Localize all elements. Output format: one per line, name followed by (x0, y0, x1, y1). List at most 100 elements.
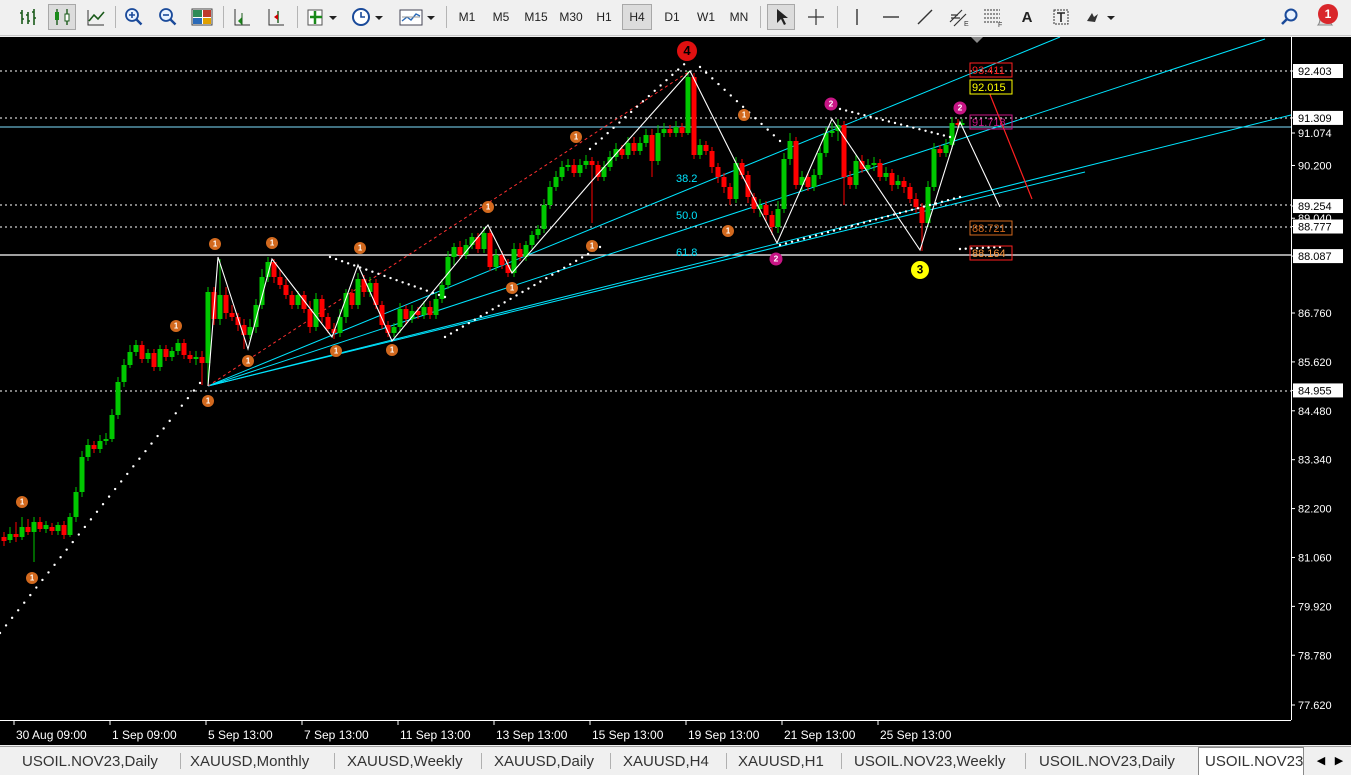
sar-dot (509, 297, 512, 301)
timeframe-m5-button[interactable]: M5 (486, 4, 516, 30)
text-label-icon[interactable]: A (1013, 4, 1041, 30)
candlestick-chart-icon[interactable] (48, 4, 76, 30)
zoom-out-icon[interactable] (154, 4, 182, 30)
sar-dot (802, 237, 806, 240)
tab-xauusd-h4[interactable]: XAUUSD,H4 (617, 749, 715, 773)
text-box-icon[interactable] (1047, 4, 1075, 30)
candle-body (877, 163, 883, 177)
sar-dot (120, 480, 123, 483)
sar-dot (778, 139, 782, 143)
timeframe-w1-button[interactable]: W1 (691, 4, 721, 30)
trendline-icon[interactable] (911, 4, 939, 30)
arrows-shapes-icon[interactable] (1081, 4, 1121, 30)
timeframe-m1-button[interactable]: M1 (452, 4, 482, 30)
tab-usoil-h4[interactable]: USOIL.NOV23,H4 (1198, 747, 1304, 775)
candle-body (781, 159, 787, 209)
bar-chart-icon[interactable] (14, 4, 42, 30)
timeframe-h4-button[interactable]: H4 (622, 4, 652, 30)
tab-usoil-daily-2[interactable]: USOIL.NOV23,Daily (1033, 749, 1181, 773)
time-label: 30 Aug 09:00 (16, 728, 87, 742)
sar-dot (940, 200, 944, 203)
tab-xauusd-monthly[interactable]: XAUUSD,Monthly (184, 749, 315, 773)
sar-dot (340, 260, 344, 263)
candle-body (703, 145, 709, 151)
templates-icon[interactable] (397, 4, 439, 30)
level-box-label: 88.721 (972, 223, 1006, 235)
sar-dot (53, 563, 56, 567)
search-icon[interactable] (1276, 4, 1304, 30)
sar-dot (132, 465, 135, 468)
periods-clock-icon[interactable] (349, 4, 389, 30)
candle-body (763, 205, 769, 215)
sar-dot (682, 63, 686, 66)
indicators-icon[interactable] (303, 4, 343, 30)
wave-marker-label: 1 (510, 283, 515, 292)
fibonacci-retracement-icon[interactable]: F (979, 4, 1007, 30)
tabs-scroll-left-icon[interactable]: ◀ (1313, 751, 1329, 769)
sar-dot (47, 571, 50, 574)
sar-dot (838, 227, 842, 231)
sar-dot (101, 503, 105, 506)
candle-body (229, 313, 235, 317)
sar-dot (796, 239, 800, 242)
candle-body (553, 177, 559, 187)
sar-dot (65, 548, 68, 551)
timeframe-h1-button[interactable]: H1 (589, 4, 619, 30)
notification-count-badge[interactable]: 1 (1318, 4, 1338, 24)
sar-dot (741, 105, 745, 109)
sar-dot (600, 137, 603, 140)
level-box-label: 91.718 (972, 117, 1006, 129)
candle-body (535, 229, 541, 235)
timeframe-mn-button[interactable]: MN (724, 4, 754, 30)
tab-xauusd-daily[interactable]: XAUUSD,Daily (488, 749, 600, 773)
candle-body (61, 525, 67, 535)
price-label: 79.920 (1298, 601, 1332, 613)
crosshair-icon[interactable] (802, 4, 830, 30)
sar-dot (857, 112, 860, 115)
price-label: 84.480 (1298, 406, 1332, 418)
sar-dot (545, 276, 548, 280)
line-chart-icon[interactable] (82, 4, 110, 30)
vertical-line-icon[interactable] (843, 4, 871, 30)
equidistant-channel-icon[interactable]: E (945, 4, 973, 30)
zoom-in-icon[interactable] (120, 4, 148, 30)
tile-windows-icon[interactable] (188, 4, 216, 30)
svg-text:F: F (998, 22, 1002, 27)
tab-xauusd-weekly[interactable]: XAUUSD,Weekly (341, 749, 469, 773)
sar-dot (844, 226, 848, 229)
candle-body (295, 295, 301, 305)
tabs-scroll-right-icon[interactable]: ▶ (1331, 751, 1347, 769)
candle-body (643, 135, 649, 143)
chart-shift-icon[interactable] (262, 4, 290, 30)
candle-body (739, 163, 745, 175)
timeframe-d1-button[interactable]: D1 (657, 4, 687, 30)
fib-label-50: 50.0 (676, 210, 697, 222)
candle-body (289, 295, 295, 305)
price-chart-canvas[interactable]: 1 1 1 1 1 1 1 1 1 1 1 1 1 1 1 1 2 2 2 4 3 38.2 50.0 61.8 93.… (0, 37, 1351, 745)
horizontal-line-icon[interactable] (877, 4, 905, 30)
price-chart[interactable]: 1 1 1 1 1 1 1 1 1 1 1 1 1 1 1 1 2 2 2 4 3 38.2 50.0 61.8 93.… (0, 37, 1351, 745)
price-label: 91.074 (1298, 128, 1332, 140)
candle-body (127, 352, 133, 365)
candle-body (889, 173, 895, 185)
timeframe-m15-button[interactable]: M15 (520, 4, 552, 30)
projection-line (984, 81, 1033, 200)
cursor-arrow-icon[interactable] (767, 4, 795, 30)
sar-dot (29, 593, 32, 597)
wave-marker-label: 2 (774, 254, 779, 264)
candle-body (775, 209, 781, 227)
price-label: 77.620 (1298, 700, 1332, 712)
sar-dot (594, 142, 598, 145)
sar-dot (485, 311, 488, 314)
sar-dot (77, 533, 80, 536)
timeframe-m30-button[interactable]: M30 (555, 4, 587, 30)
sar-dot (916, 207, 920, 210)
toolbar-separator (446, 6, 447, 28)
wave-marker: 1 (26, 572, 38, 584)
auto-scroll-icon[interactable] (228, 4, 256, 30)
candle-body (133, 345, 139, 352)
tab-usoil-weekly[interactable]: USOIL.NOV23,Weekly (848, 749, 1011, 773)
tab-xauusd-h1[interactable]: XAUUSD,H1 (732, 749, 830, 773)
tab-usoil-daily[interactable]: USOIL.NOV23,Daily (16, 749, 164, 773)
candle-body (805, 177, 811, 187)
